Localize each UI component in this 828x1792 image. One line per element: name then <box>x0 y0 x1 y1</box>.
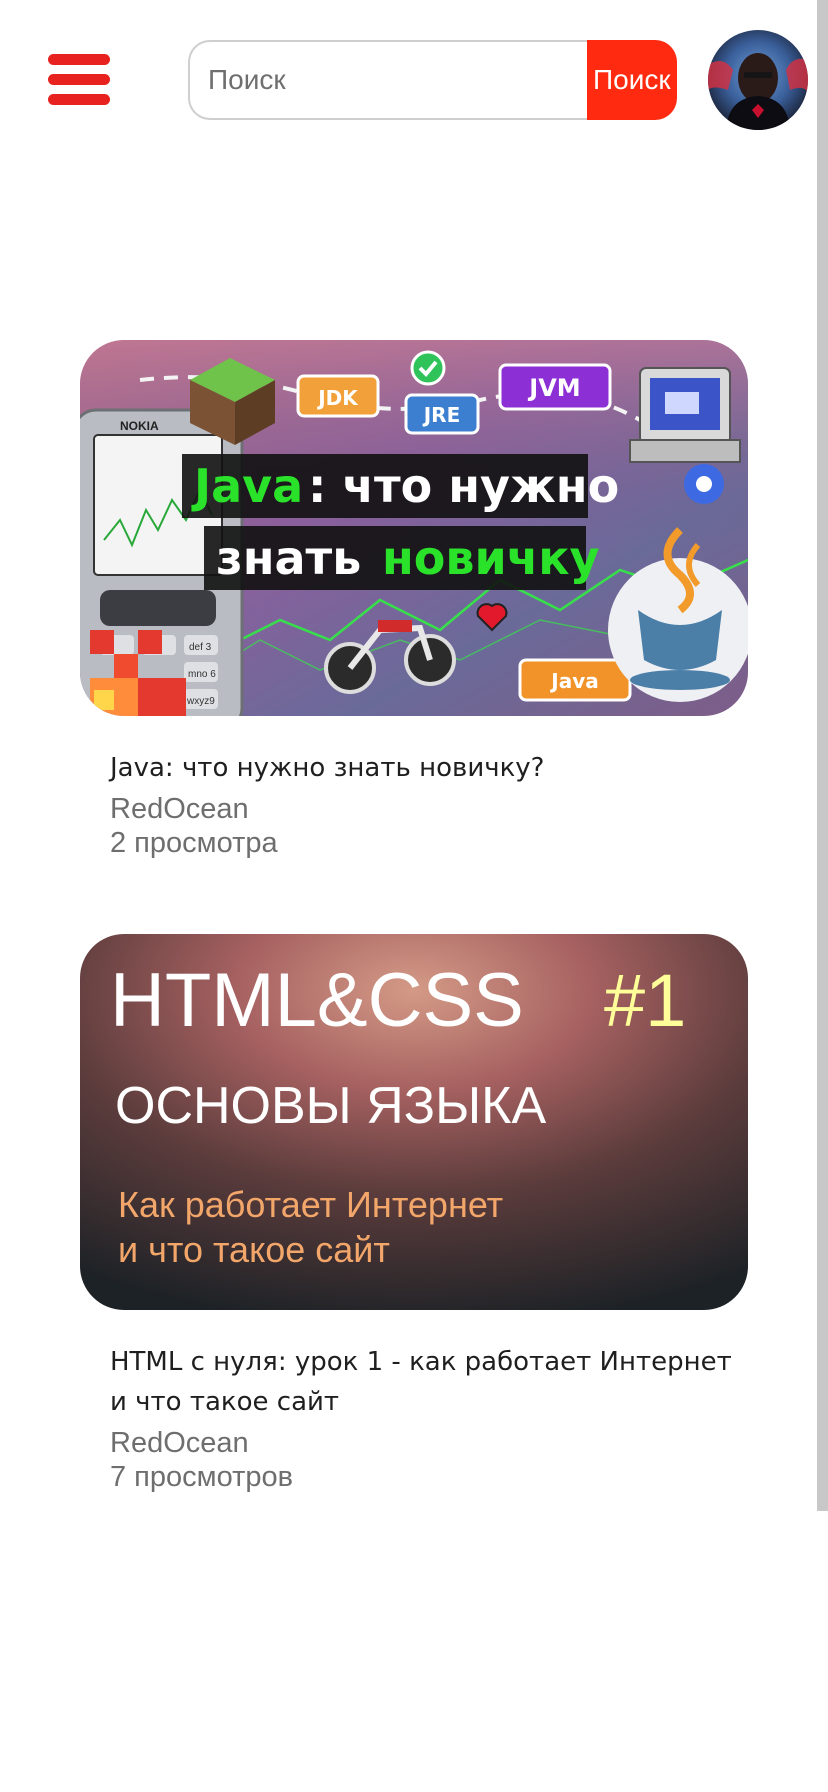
video-meta: HTML с нуля: урок 1 - как работает Интер… <box>80 1342 748 1494</box>
svg-text:wxyz9: wxyz9 <box>186 696 215 707</box>
java-thumbnail-art: NOKIA def 3 mno 6 wxyz9 JDK JRE JVM Java… <box>80 340 748 716</box>
video-thumbnail[interactable]: HTML&CSS #1 ОСНОВЫ ЯЗЫКА Как работает Ин… <box>80 934 748 1310</box>
html-thumbnail-art: HTML&CSS #1 ОСНОВЫ ЯЗЫКА Как работает Ин… <box>80 934 748 1310</box>
thumb-heading: HTML&CSS <box>110 958 524 1043</box>
tag-java: Java <box>518 658 632 702</box>
video-thumbnail[interactable]: NOKIA def 3 mno 6 wxyz9 JDK JRE JVM Java… <box>80 340 748 716</box>
tag-jre: JRE <box>404 393 480 435</box>
video-card: NOKIA def 3 mno 6 wxyz9 JDK JRE JVM Java… <box>80 340 748 860</box>
video-card: HTML&CSS #1 ОСНОВЫ ЯЗЫКА Как работает Ин… <box>80 934 748 1494</box>
thumb-heading2-rest: знать <box>216 531 361 585</box>
phone-brand-text: NOKIA <box>120 419 159 433</box>
tag-jdk: JDK <box>296 374 380 418</box>
channel-name[interactable]: RedOcean <box>110 1426 748 1460</box>
svg-text:Java: Java <box>549 669 598 693</box>
video-meta: Java: что нужно знать новичку? RedOcean … <box>80 748 748 860</box>
svg-text:def 3: def 3 <box>189 642 212 653</box>
search-button[interactable]: Поиск <box>587 40 677 120</box>
thumb-number: #1 <box>604 959 686 1042</box>
menu-bar <box>48 54 110 65</box>
svg-text:mno 6: mno 6 <box>188 669 216 680</box>
svg-text:JVM: JVM <box>527 374 580 402</box>
retro-computer-illustration <box>629 367 741 463</box>
search-input[interactable] <box>188 40 587 120</box>
video-title[interactable]: Java: что нужно знать новичку? <box>110 748 748 788</box>
channel-name[interactable]: RedOcean <box>110 792 748 826</box>
avatar-image <box>708 30 808 130</box>
video-title[interactable]: HTML с нуля: урок 1 - как работает Интер… <box>110 1342 748 1422</box>
tag-jvm: JVM <box>498 363 612 411</box>
thumb-caption-line1: Как работает Интернет <box>118 1184 503 1225</box>
thumb-heading2-highlight: новичку <box>382 531 600 585</box>
thumb-caption-line2: и что такое сайт <box>118 1229 390 1270</box>
thumb-subtitle: ОСНОВЫ ЯЗЫКА <box>115 1077 546 1135</box>
scrollbar[interactable] <box>817 0 828 1511</box>
svg-text:JRE: JRE <box>422 403 461 427</box>
check-icon <box>410 350 446 386</box>
user-avatar[interactable] <box>708 30 808 130</box>
header: Поиск <box>0 0 828 160</box>
hamburger-menu-icon[interactable] <box>48 54 110 106</box>
menu-bar <box>48 74 110 85</box>
page: Поиск Поиск NOKIA def 3 mno 6 wxyz9 JDK … <box>0 0 828 1792</box>
thumb-heading-rest: : что нужно <box>308 459 619 513</box>
view-count: 7 просмотров <box>110 1461 294 1493</box>
menu-bar <box>48 94 110 105</box>
svg-text:JDK: JDK <box>316 386 359 410</box>
search-form: Поиск <box>188 40 677 120</box>
view-count: 2 просмотра <box>110 827 278 859</box>
thumb-heading-highlight: Java <box>191 459 303 513</box>
